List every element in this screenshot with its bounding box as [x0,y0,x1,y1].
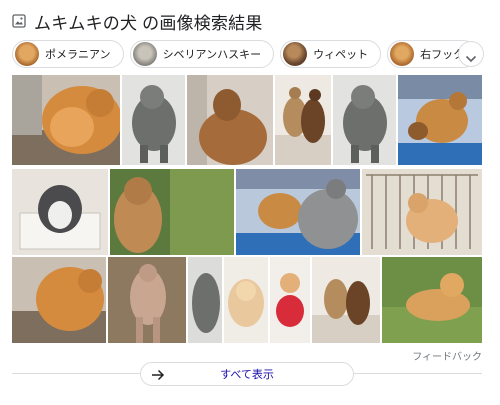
image-tile[interactable] [275,75,331,165]
show-all-label: すべて表示 [220,369,274,381]
chip-label: ウィペット [313,49,369,61]
image-tile[interactable] [12,75,120,165]
image-grid [12,75,482,343]
image-tile[interactable] [187,75,273,165]
chip-thumbnail [390,42,415,66]
image-tile[interactable] [362,169,482,255]
chevron-down-icon [465,50,477,63]
chip-pomeranian[interactable]: ポメラニアン [12,40,124,68]
image-tile[interactable] [12,169,108,255]
chips-next-button[interactable] [458,41,484,67]
image-tile[interactable] [188,257,222,343]
chip-label: シベリアンハスキー [162,49,262,61]
image-tile[interactable] [12,257,106,343]
page-title[interactable]: ムキムキの犬 の画像検索結果 [34,9,263,34]
image-tile[interactable] [270,257,310,343]
chip-thumbnail [132,42,157,66]
image-tile[interactable] [236,169,360,255]
image-tile[interactable] [312,257,380,343]
show-all-button[interactable]: すべて表示 [140,362,354,386]
chip-thumbnail [283,42,308,66]
results-header: ムキムキの犬 の画像検索結果 [12,9,263,34]
refinement-chips: ポメラニアン シベリアンハスキー ウィペット 右フック [12,40,478,70]
chip-label: ポメラニアン [45,49,111,61]
chip-whippet[interactable]: ウィペット [280,40,382,68]
chip-siberian-husky[interactable]: シベリアンハスキー [129,40,275,68]
image-tile[interactable] [110,169,234,255]
feedback-link[interactable]: フィードバック [412,348,482,363]
chip-thumbnail [15,42,39,66]
image-tile[interactable] [224,257,268,343]
image-icon [12,14,26,28]
image-tile[interactable] [122,75,185,165]
image-tile[interactable] [333,75,396,165]
image-tile[interactable] [108,257,186,343]
image-tile[interactable] [398,75,482,165]
image-tile[interactable] [382,257,482,343]
arrow-right-icon [151,368,165,381]
